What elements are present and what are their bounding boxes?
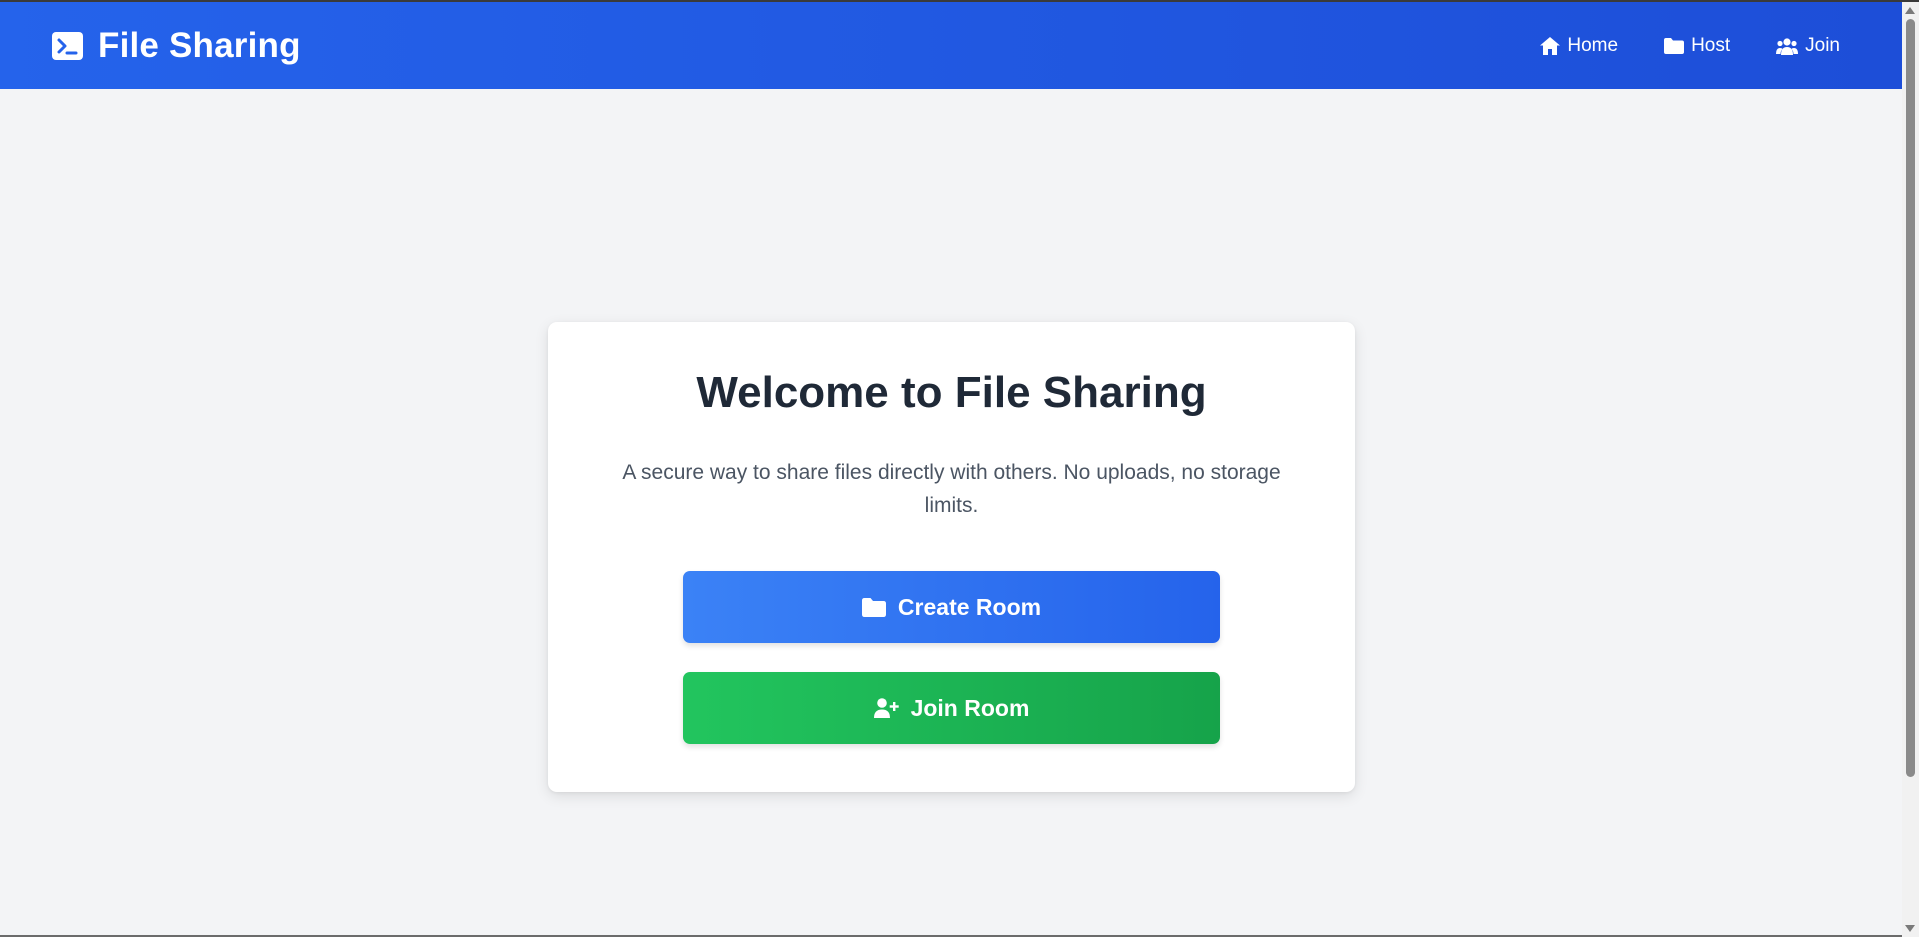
nav-link-join-label: Join xyxy=(1805,34,1840,56)
scroll-up-icon[interactable] xyxy=(1905,7,1915,14)
folder-icon xyxy=(861,597,886,617)
users-icon xyxy=(1776,37,1799,55)
page: File Sharing Home Host Join Welcome to F… xyxy=(0,0,1919,937)
page-description: A secure way to share files directly wit… xyxy=(622,461,1281,517)
nav-link-host[interactable]: Host xyxy=(1664,35,1730,57)
nav-link-home[interactable]: Home xyxy=(1540,35,1618,57)
page-scrollbar[interactable] xyxy=(1902,2,1919,937)
home-icon xyxy=(1540,36,1561,55)
nav-link-home-label: Home xyxy=(1567,34,1619,56)
join-room-label: Join Room xyxy=(910,694,1030,721)
terminal-icon xyxy=(52,31,83,60)
nav-link-host-label: Host xyxy=(1691,34,1731,56)
user-plus-icon xyxy=(873,698,899,718)
brand[interactable]: File Sharing xyxy=(52,26,301,66)
scrollbar-thumb[interactable] xyxy=(1906,19,1915,777)
scroll-down-icon[interactable] xyxy=(1905,925,1915,932)
join-room-button[interactable]: Join Room xyxy=(683,672,1220,744)
create-room-button[interactable]: Create Room xyxy=(683,571,1220,643)
navbar: File Sharing Home Host Join xyxy=(0,2,1902,89)
create-room-label: Create Room xyxy=(897,593,1042,620)
nav-links: Home Host Join xyxy=(1540,35,1840,57)
welcome-card: Welcome to File Sharing A secure way to … xyxy=(548,322,1355,792)
nav-link-join[interactable]: Join xyxy=(1776,35,1840,57)
brand-title: File Sharing xyxy=(98,25,301,65)
folder-icon xyxy=(1664,37,1685,54)
page-title: Welcome to File Sharing xyxy=(696,368,1207,417)
